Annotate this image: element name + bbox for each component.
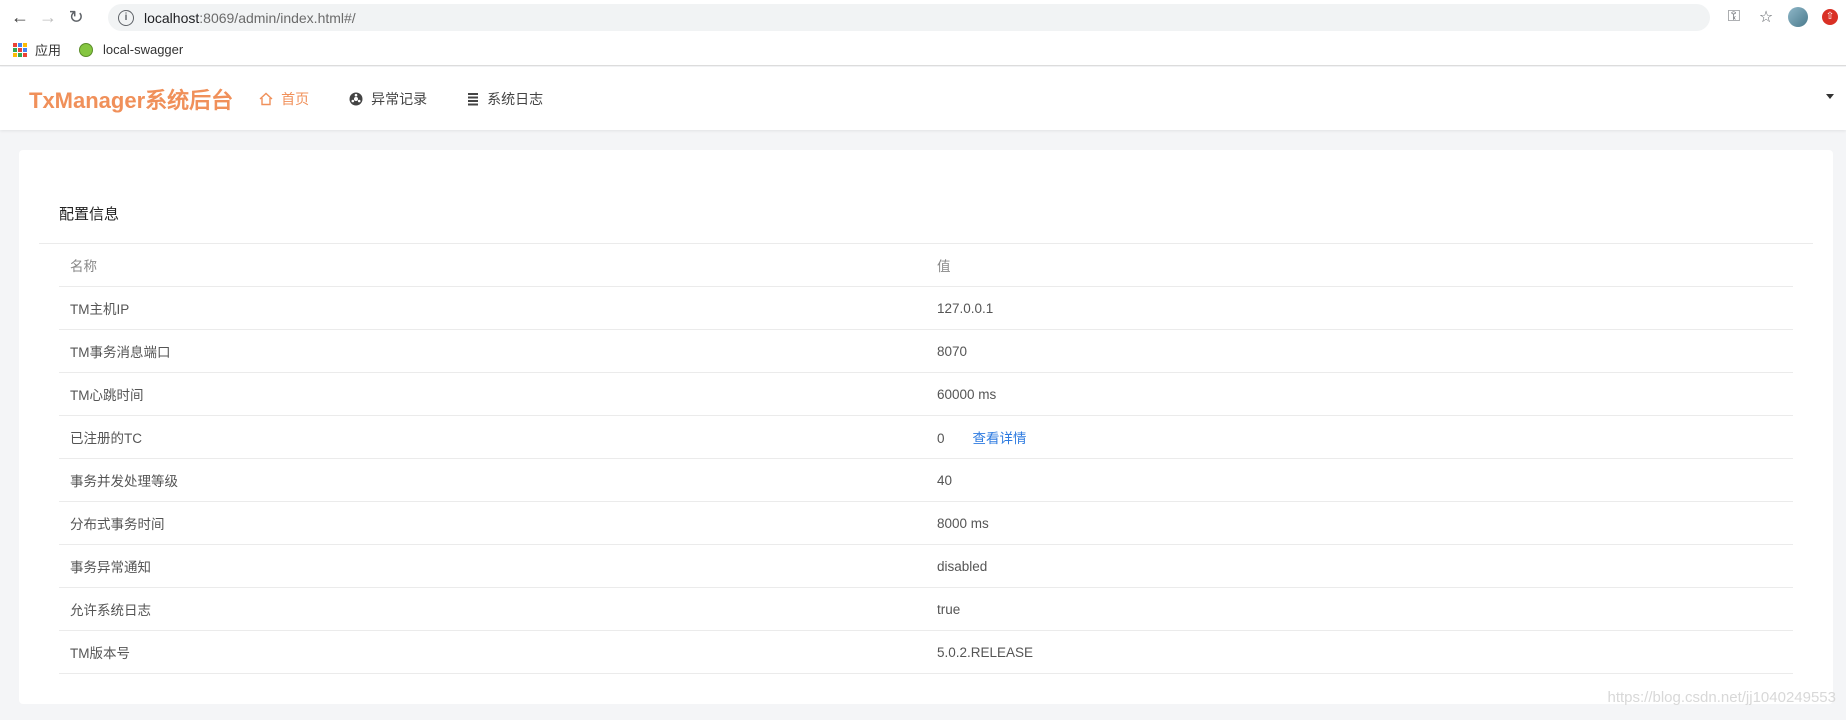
update-icon[interactable]: ⇧ — [1814, 0, 1846, 34]
table-row: 已注册的TC 0 查看详情 — [59, 415, 1793, 459]
row-value: 8070 — [926, 329, 1793, 373]
column-header-name: 名称 — [59, 244, 926, 287]
exception-icon — [349, 92, 363, 106]
table-header-row: 名称 值 — [59, 244, 1793, 287]
watermark: https://blog.csdn.net/jj1040249553 — [1607, 689, 1836, 706]
row-value: 0 — [937, 431, 945, 446]
forward-icon[interactable]: → — [34, 3, 62, 31]
back-icon[interactable]: ← — [6, 3, 34, 31]
apps-grid-icon — [13, 42, 27, 57]
row-name: TM主机IP — [59, 286, 926, 330]
main-menu: 首页 异常记录 系统日志 — [259, 67, 583, 130]
config-card: 配置信息 名称 值 TM主机IP 127.0.0.1 TM事务消息端口 8070… — [19, 150, 1833, 704]
row-value-cell: 0 查看详情 — [926, 415, 1793, 459]
browser-toolbar: ← → ↻ i localhost:8069/admin/index.html#… — [0, 0, 1846, 34]
profile-avatar[interactable] — [1782, 0, 1814, 34]
table-row: 事务并发处理等级 40 — [59, 458, 1793, 502]
row-value: 5.0.2.RELEASE — [926, 630, 1793, 674]
address-bar[interactable]: i localhost:8069/admin/index.html#/ — [108, 4, 1710, 31]
row-name: 事务并发处理等级 — [59, 458, 926, 502]
card-title: 配置信息 — [59, 206, 120, 223]
table-row: TM版本号 5.0.2.RELEASE — [59, 630, 1793, 674]
swagger-icon — [79, 42, 94, 57]
menu-label: 首页 — [281, 90, 310, 107]
row-name: 已注册的TC — [59, 415, 926, 459]
bookmark-local-swagger[interactable]: local-swagger — [79, 42, 183, 57]
app-header: TxManager系统后台 首页 异常记录 系统日志 — [0, 67, 1846, 130]
menu-label: 异常记录 — [371, 90, 428, 107]
row-value: disabled — [926, 544, 1793, 588]
user-dropdown-arrow-icon[interactable] — [1826, 94, 1834, 99]
list-icon — [467, 92, 479, 106]
column-header-value: 值 — [926, 244, 1793, 287]
config-table: 名称 值 TM主机IP 127.0.0.1 TM事务消息端口 8070 TM心跳… — [59, 244, 1793, 674]
site-info-icon[interactable]: i — [118, 9, 134, 26]
table-row: 分布式事务时间 8000 ms — [59, 501, 1793, 545]
menu-item-exceptions[interactable]: 异常记录 — [349, 67, 427, 130]
bookmark-apps[interactable]: 应用 — [13, 40, 61, 59]
row-name: TM事务消息端口 — [59, 329, 926, 373]
row-name: TM心跳时间 — [59, 372, 926, 416]
menu-label: 系统日志 — [487, 90, 544, 107]
row-value: 40 — [926, 458, 1793, 502]
menu-item-system-log[interactable]: 系统日志 — [467, 67, 543, 130]
star-icon[interactable]: ☆ — [1750, 0, 1782, 34]
row-value: true — [926, 587, 1793, 631]
row-name: 允许系统日志 — [59, 587, 926, 631]
home-icon — [259, 92, 273, 106]
row-value: 60000 ms — [926, 372, 1793, 416]
url-text: localhost:8069/admin/index.html#/ — [144, 9, 356, 26]
row-name: TM版本号 — [59, 630, 926, 674]
table-row: TM心跳时间 60000 ms — [59, 372, 1793, 416]
brand-title[interactable]: TxManager系统后台 — [29, 83, 233, 115]
row-value: 8000 ms — [926, 501, 1793, 545]
table-row: 允许系统日志 true — [59, 587, 1793, 631]
bookmarks-bar: 应用 local-swagger — [0, 34, 1846, 66]
table-row: TM主机IP 127.0.0.1 — [59, 286, 1793, 330]
row-value: 127.0.0.1 — [926, 286, 1793, 330]
bookmark-label: local-swagger — [103, 42, 184, 57]
row-name: 分布式事务时间 — [59, 501, 926, 545]
table-row: 事务异常通知 disabled — [59, 544, 1793, 588]
row-name: 事务异常通知 — [59, 544, 926, 588]
table-row: TM事务消息端口 8070 — [59, 329, 1793, 373]
key-icon[interactable]: ⚿ — [1718, 0, 1750, 34]
view-details-link[interactable]: 查看详情 — [973, 431, 1027, 446]
bookmark-label: 应用 — [35, 43, 62, 58]
reload-icon[interactable]: ↻ — [62, 3, 90, 31]
menu-item-home[interactable]: 首页 — [259, 67, 309, 130]
